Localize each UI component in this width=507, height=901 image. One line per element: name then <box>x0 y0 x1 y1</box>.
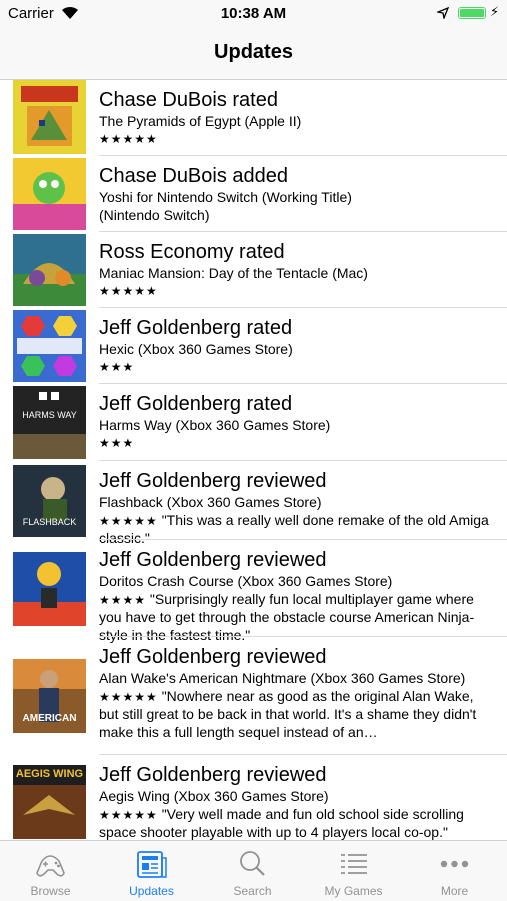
feed-item[interactable]: AMERICAN Jeff Goldenberg reviewed Alan W… <box>0 637 507 755</box>
battery-icon <box>458 7 486 19</box>
cover-caption: HARMS WAY <box>22 410 77 420</box>
update-headline: Chase DuBois added <box>99 165 289 187</box>
location-arrow-icon <box>437 7 449 19</box>
tab-search[interactable]: Search <box>202 841 303 901</box>
feed-item[interactable]: AEGIS WING Jeff Goldenberg reviewed Aegi… <box>0 755 507 840</box>
game-title: Aegis Wing (Xbox 360 Games Store) <box>99 788 329 804</box>
game-cover-thumbnail <box>13 310 86 382</box>
feed-item[interactable]: FLASHBACK Jeff Goldenberg reviewed Flash… <box>0 461 507 546</box>
tab-bar: Browse Updates Search My Games More <box>0 840 507 901</box>
feed-item[interactable]: HARMS WAY Jeff Goldenberg rated Harms Wa… <box>0 384 507 461</box>
status-time: 10:38 AM <box>220 5 287 22</box>
tab-my-games[interactable]: My Games <box>303 841 404 901</box>
game-title: Flashback (Xbox 360 Games Store) <box>99 494 322 510</box>
star-rating: ★★★★★ <box>99 283 158 298</box>
update-headline: Jeff Goldenberg rated <box>99 393 293 415</box>
game-title: Harms Way (Xbox 360 Games Store) <box>99 417 331 433</box>
cover-caption: FLASHBACK <box>22 517 77 527</box>
tab-updates[interactable]: Updates <box>101 841 202 901</box>
tab-label: Search <box>233 884 272 898</box>
cover-caption: AMERICAN <box>22 713 77 724</box>
game-cover-thumbnail: AEGIS WING <box>13 765 86 839</box>
game-title: The Pyramids of Egypt (Apple II) <box>99 113 302 129</box>
status-bar: Carrier 10:38 AM ⚡ <box>0 0 507 30</box>
update-headline: Chase DuBois rated <box>99 89 278 111</box>
update-headline: Jeff Goldenberg reviewed <box>99 646 327 668</box>
update-headline: Ross Economy rated <box>99 241 285 263</box>
star-rating: ★★★★★ <box>99 131 158 146</box>
review-text: ★★★★★ "Very well made and fun old school… <box>99 806 495 841</box>
tab-browse[interactable]: Browse <box>0 841 101 901</box>
feed-item[interactable]: Jeff Goldenberg rated Hexic (Xbox 360 Ga… <box>0 308 507 384</box>
game-title: Hexic (Xbox 360 Games Store) <box>99 341 293 357</box>
game-platform: (Nintendo Switch) <box>99 206 210 223</box>
star-rating: ★★★★★ <box>99 689 158 704</box>
gamepad-icon <box>36 855 65 877</box>
game-title: Alan Wake's American Nightmare (Xbox 360… <box>99 670 466 686</box>
star-rating: ★★★★ <box>99 592 147 607</box>
game-cover-thumbnail <box>13 234 86 306</box>
star-rating: ★★★ <box>99 435 135 450</box>
update-headline: Jeff Goldenberg reviewed <box>99 549 327 571</box>
feed-item[interactable]: Ross Economy rated Maniac Mansion: Day o… <box>0 232 507 308</box>
charging-bolt-icon: ⚡ <box>490 4 500 19</box>
star-rating: ★★★★★ <box>99 807 158 822</box>
feed-item[interactable]: Chase DuBois rated The Pyramids of Egypt… <box>0 80 507 156</box>
update-headline: Jeff Goldenberg rated <box>99 317 293 339</box>
game-cover-thumbnail: FLASHBACK <box>13 465 86 537</box>
feed-item[interactable]: Chase DuBois added Yoshi for Nintendo Sw… <box>0 156 507 232</box>
game-title: Doritos Crash Course (Xbox 360 Games Sto… <box>99 573 393 589</box>
newspaper-icon <box>137 851 167 878</box>
tab-label: My Games <box>324 884 383 898</box>
navigation-bar: Updates <box>0 30 507 80</box>
star-rating: ★★★★★ <box>99 513 158 528</box>
review-text: ★★★★★ "Nowhere near as good as the origi… <box>99 688 495 742</box>
game-cover-thumbnail <box>13 80 86 154</box>
cover-caption: AEGIS WING <box>15 768 84 780</box>
search-icon <box>240 851 265 876</box>
game-cover-thumbnail <box>13 158 86 230</box>
game-title: Maniac Mansion: Day of the Tentacle (Mac… <box>99 265 368 281</box>
game-cover-thumbnail: HARMS WAY <box>13 386 86 459</box>
updates-feed[interactable]: Chase DuBois rated The Pyramids of Egypt… <box>0 80 507 840</box>
game-cover-thumbnail: AMERICAN <box>13 659 86 733</box>
tab-label: More <box>440 884 469 898</box>
update-headline: Jeff Goldenberg reviewed <box>99 470 327 492</box>
tab-label: Browse <box>30 884 71 898</box>
feed-item[interactable]: Jeff Goldenberg reviewed Doritos Crash C… <box>0 540 507 643</box>
tab-more[interactable]: More <box>404 841 505 901</box>
tab-label: Updates <box>129 884 174 898</box>
more-icon <box>440 860 469 868</box>
page-title: Updates <box>214 41 293 63</box>
star-rating: ★★★ <box>99 359 135 374</box>
list-icon <box>341 854 367 874</box>
game-title: Yoshi for Nintendo Switch (Working Title… <box>99 189 352 205</box>
update-headline: Jeff Goldenberg reviewed <box>99 764 327 786</box>
game-cover-thumbnail <box>13 552 86 626</box>
review-quote: "Surprisingly really fun local multiplay… <box>99 590 475 643</box>
